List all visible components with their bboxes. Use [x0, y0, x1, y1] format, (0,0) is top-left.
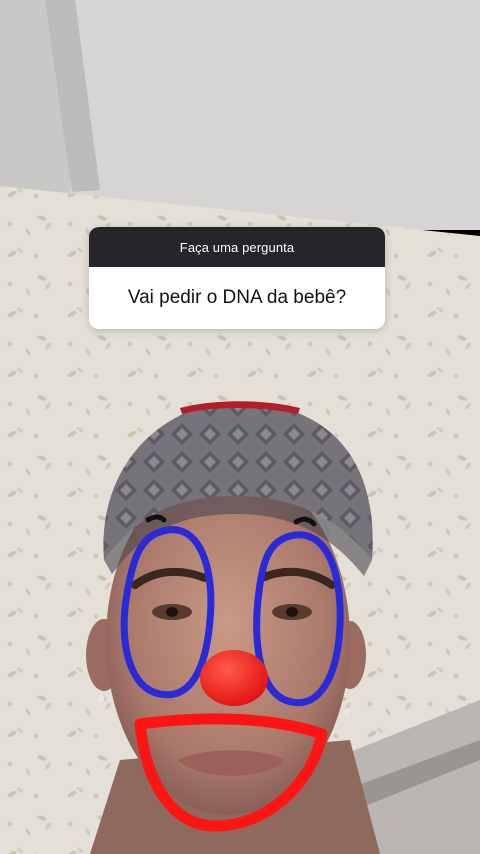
question-sticker-header: Faça uma pergunta [89, 227, 385, 267]
story-viewer[interactable]: Faça uma pergunta Vai pedir o DNA da beb… [0, 0, 480, 854]
question-sticker[interactable]: Faça uma pergunta Vai pedir o DNA da beb… [89, 227, 385, 329]
question-sticker-text: Vai pedir o DNA da bebê? [89, 267, 385, 329]
story-photo [0, 0, 480, 854]
